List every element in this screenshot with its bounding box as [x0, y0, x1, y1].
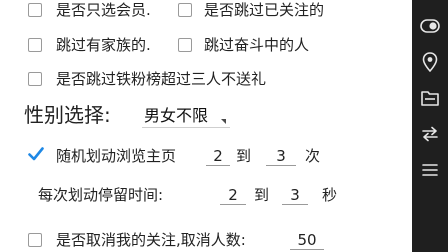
stay-max-input[interactable]: 3 [282, 186, 308, 205]
only-member-label: 是否只选会员. [56, 1, 151, 19]
skip-family-checkbox[interactable] [28, 38, 42, 52]
skip-striving-label: 跳过奋斗中的人 [204, 36, 310, 54]
only-member-checkbox[interactable] [28, 3, 42, 17]
more-icon[interactable] [420, 160, 440, 180]
browse-unit-label: 次 [305, 147, 321, 165]
skip-striving-checkbox[interactable] [178, 38, 192, 52]
dropdown-arrow-icon [221, 119, 227, 124]
toggle-icon[interactable] [420, 16, 440, 36]
browse-min-input[interactable]: 2 [206, 147, 230, 166]
stay-to-label: 到 [254, 186, 270, 204]
gender-select[interactable]: 男女不限 [142, 106, 231, 128]
gender-label: 性别选择: [24, 103, 111, 127]
browse-to-label: 到 [236, 147, 252, 165]
browse-max-input[interactable]: 3 [266, 147, 296, 166]
unfollow-checkbox[interactable] [28, 233, 42, 247]
gender-select-value: 男女不限 [144, 106, 209, 125]
stay-min-input[interactable]: 2 [220, 186, 246, 205]
side-navbar [412, 0, 448, 252]
unfollow-count-input[interactable]: 50 [290, 231, 324, 250]
folder-icon[interactable] [420, 88, 440, 108]
settings-panel: 是否只选会员. 是否跳过已关注的 跳过有家族的. 跳过奋斗中的人 是否跳过铁粉榜… [0, 0, 412, 252]
skip-followed-label: 是否跳过已关注的 [204, 1, 325, 19]
stay-unit-label: 秒 [322, 186, 338, 204]
skip-family-label: 跳过有家族的. [56, 36, 151, 54]
location-icon[interactable] [420, 52, 440, 72]
random-browse-label: 随机划动浏览主页 [56, 147, 177, 165]
skip-fan-rank-label: 是否跳过铁粉榜超过三人不送礼 [56, 70, 267, 88]
unfollow-label: 是否取消我的关注,取消人数: [56, 231, 246, 249]
stay-time-label: 每次划动停留时间: [38, 186, 164, 204]
skip-fan-rank-checkbox[interactable] [28, 72, 42, 86]
checkmark-icon [28, 147, 44, 161]
switch-icon[interactable] [420, 124, 440, 144]
random-browse-checkbox[interactable] [28, 146, 44, 161]
skip-followed-checkbox[interactable] [178, 3, 192, 17]
